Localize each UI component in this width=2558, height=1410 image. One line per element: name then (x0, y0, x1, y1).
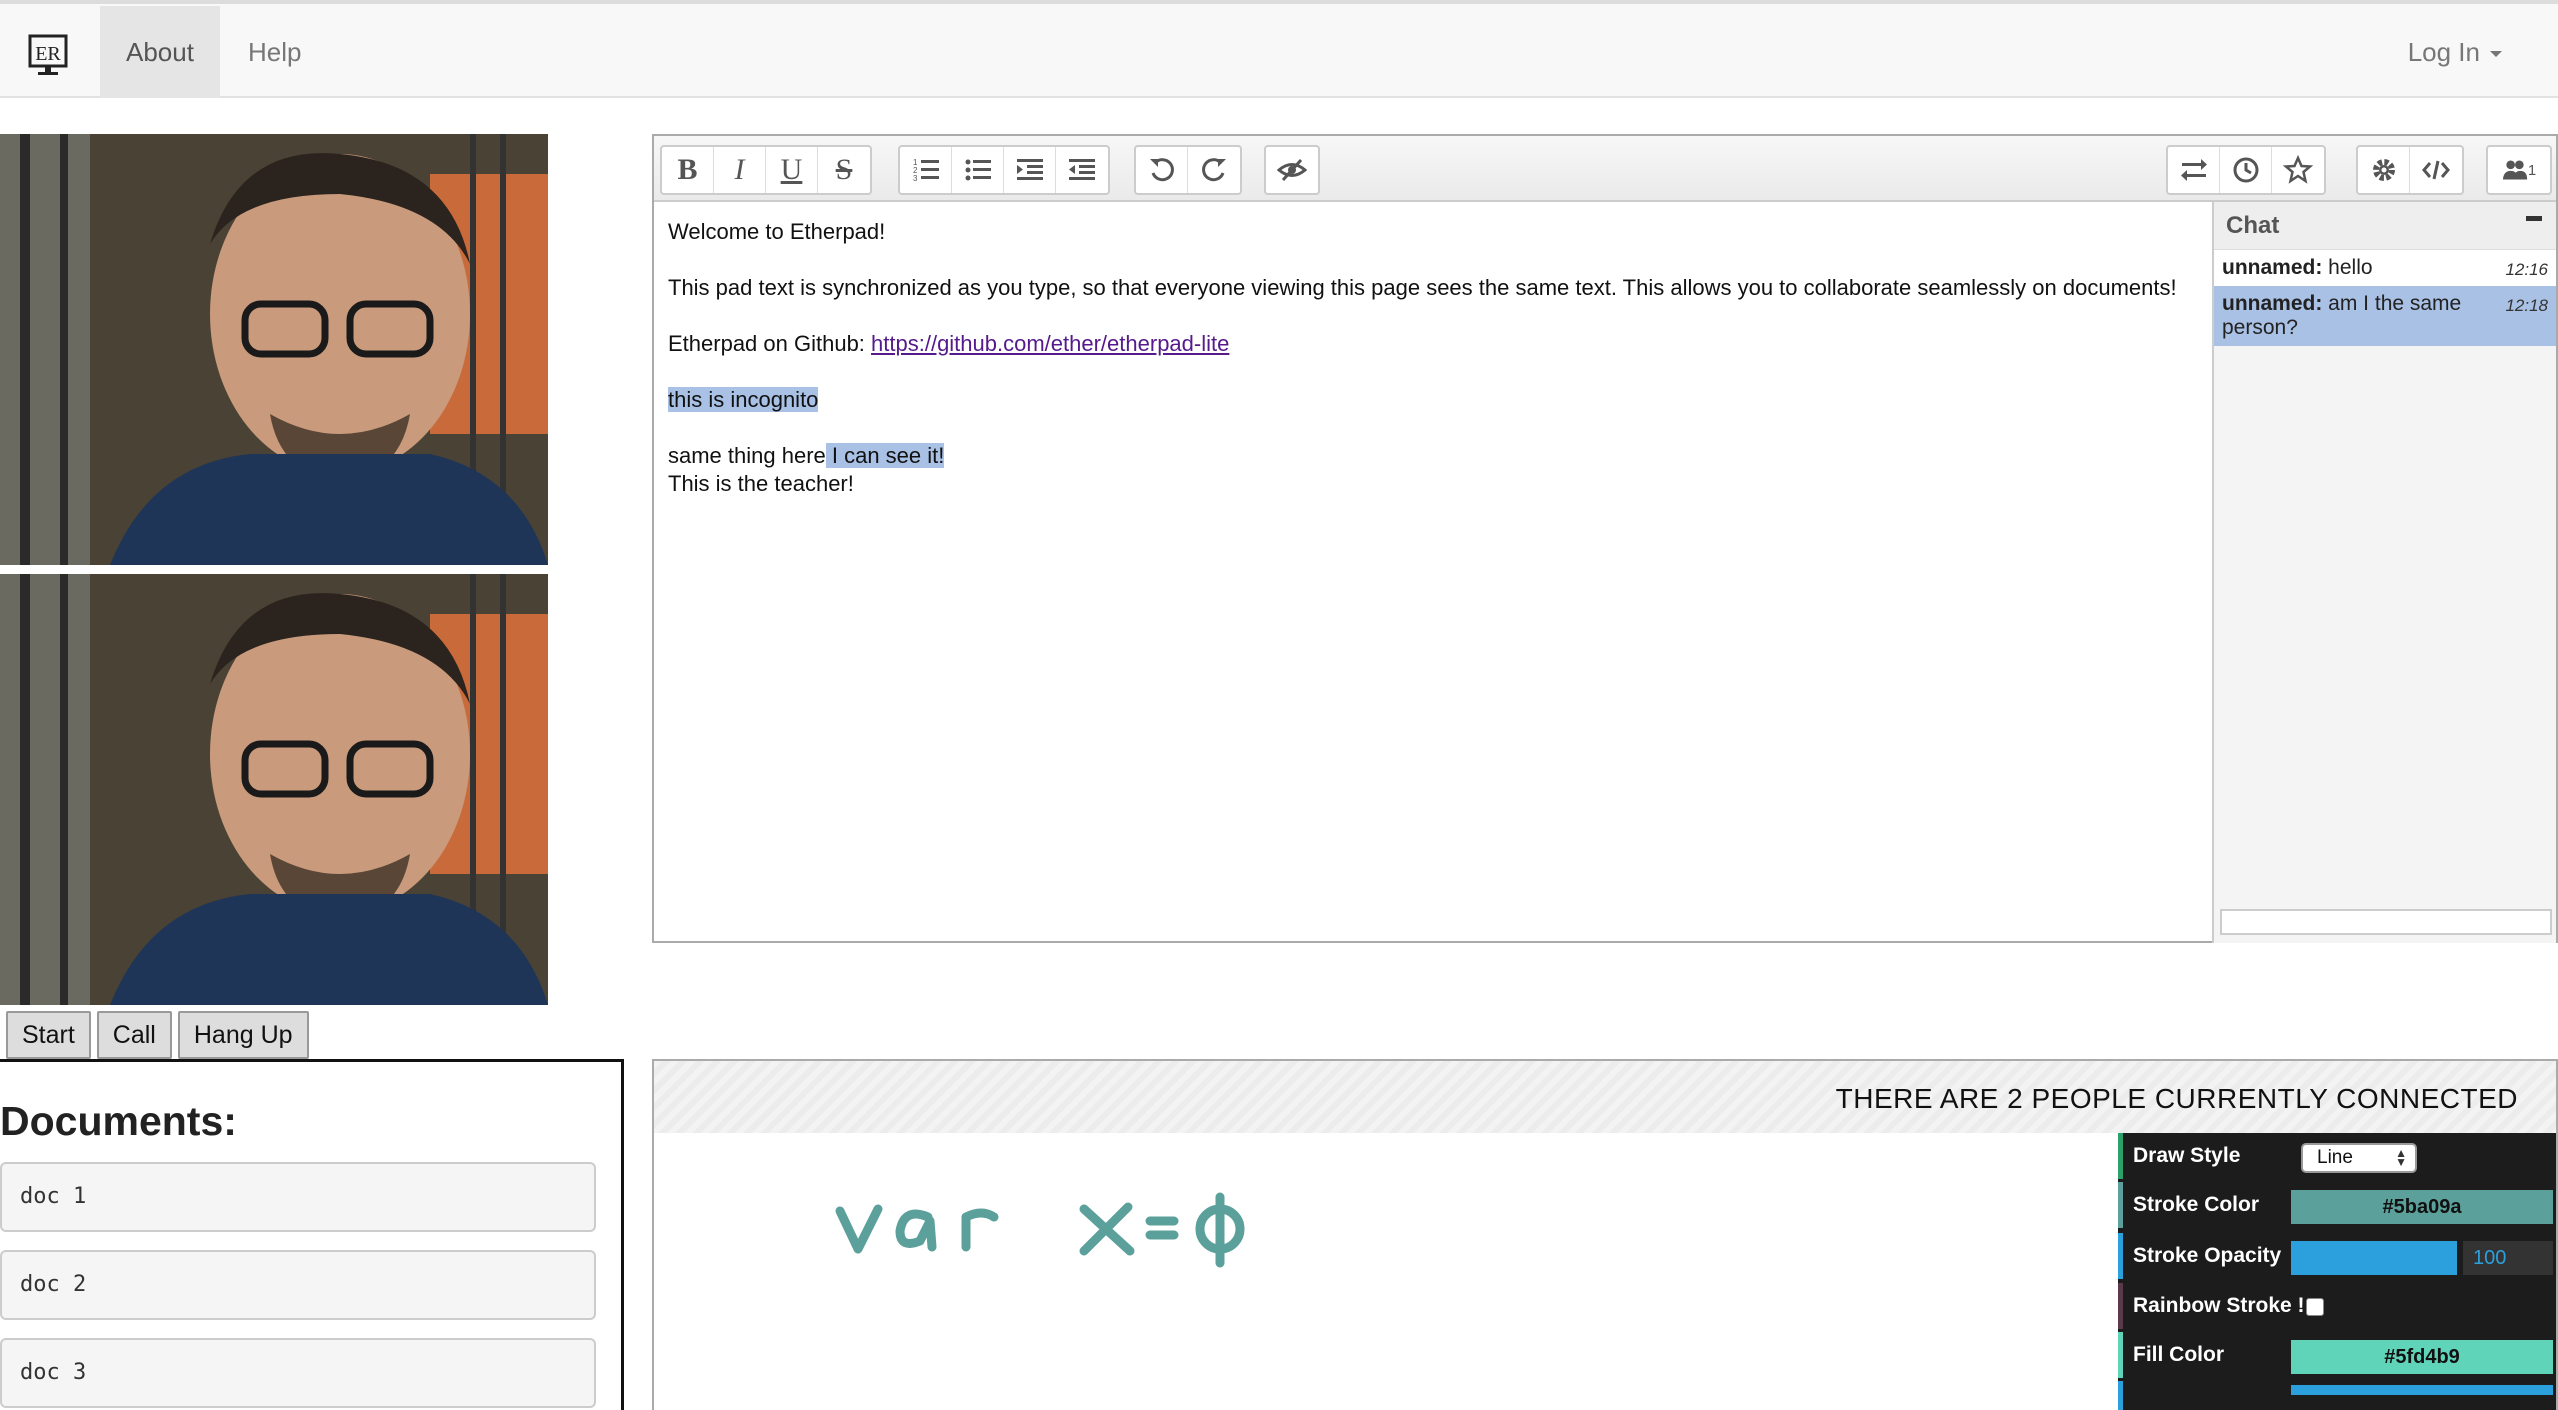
login-dropdown[interactable]: Log In (2408, 6, 2502, 98)
connection-banner: THERE ARE 2 PEOPLE CURRENTLY CONNECTED (654, 1061, 2556, 1133)
settings-group (2356, 145, 2464, 195)
next-setting-swatch[interactable] (2291, 1385, 2553, 1395)
login-label: Log In (2407, 37, 2480, 67)
next-setting-row (2118, 1381, 2556, 1410)
doc-item[interactable]: doc 2 (0, 1250, 596, 1320)
user-count: 1 (2527, 161, 2537, 179)
chat-panel: Chat unnamed: hello 12:16 unnamed: am I t… (2212, 202, 2556, 943)
nav-about[interactable]: About (100, 6, 220, 98)
pad-tools-group (2166, 145, 2326, 195)
drawing-board: THERE ARE 2 PEOPLE CURRENTLY CONNECTED D… (652, 1059, 2558, 1410)
svg-text:3: 3 (913, 174, 918, 183)
chat-title: Chat (2226, 212, 2280, 239)
rainbow-checkbox[interactable] (2306, 1298, 2324, 1316)
select-arrows-icon: ▲ ▼ (2395, 1146, 2407, 1169)
saved-revision-icon[interactable] (2272, 147, 2324, 193)
chat-message: unnamed: am I the same person? 12:18 (2214, 286, 2556, 346)
draw-style-row: Draw Style Line ▲ ▼ (2118, 1133, 2556, 1179)
fill-color-label: Fill Color (2133, 1343, 2224, 1366)
github-link[interactable]: https://github.com/ether/etherpad-lite (871, 331, 1229, 356)
italic-icon[interactable]: I (714, 147, 766, 193)
video-frame-image (0, 134, 548, 565)
video-frame-image (0, 574, 548, 1005)
pad-toolbar: B I U S 123 1 (654, 136, 2556, 202)
start-button[interactable]: Start (6, 1011, 91, 1059)
draw-settings-panel: Draw Style Line ▲ ▼ Stroke Color #5ba09a S… (2118, 1133, 2556, 1410)
chat-text: hello (2322, 256, 2373, 279)
timeslider-icon[interactable] (2220, 147, 2272, 193)
format-group: B I U S (660, 145, 872, 195)
fill-color-row: Fill Color #5fd4b9 (2118, 1332, 2556, 1378)
draw-style-label: Draw Style (2133, 1144, 2241, 1167)
pad-line-sync: This pad text is synchronized as you typ… (668, 275, 2177, 300)
users-icon[interactable]: 1 (2488, 147, 2550, 193)
minimize-icon[interactable] (2526, 216, 2542, 221)
outdent-icon[interactable] (1056, 147, 1108, 193)
drawing-canvas[interactable] (834, 1191, 1314, 1271)
stroke-opacity-input[interactable]: 100 (2463, 1241, 2553, 1275)
nav-help[interactable]: Help (222, 6, 327, 98)
svg-text:ER: ER (35, 43, 61, 65)
bold-icon[interactable]: B (662, 147, 714, 193)
monitor-icon: ER (28, 34, 68, 75)
fill-color-picker[interactable]: #5fd4b9 (2291, 1340, 2553, 1374)
rainbow-row: Rainbow Stroke ! (2118, 1283, 2556, 1329)
doc-item[interactable]: doc 3 (0, 1338, 596, 1408)
list-group: 123 (898, 145, 1110, 195)
stroke-color-label: Stroke Color (2133, 1193, 2260, 1216)
undo-icon[interactable] (1136, 147, 1188, 193)
pad-line-teacher: This is the teacher! (668, 471, 854, 496)
connection-text: THERE ARE 2 PEOPLE CURRENTLY CONNECTED (1835, 1083, 2518, 1114)
same-highlight: I can see it! (825, 443, 945, 468)
chat-header: Chat (2214, 202, 2556, 250)
remote-video (0, 574, 548, 1005)
draw-style-select[interactable]: Line ▲ ▼ (2301, 1143, 2417, 1173)
clear-authorship-icon[interactable] (1266, 147, 1318, 193)
pad-line-incognito: this is incognito (668, 386, 2198, 414)
authorship-group (1264, 145, 1320, 195)
call-controls: Start Call Hang Up (6, 1011, 309, 1059)
pad-content[interactable]: Welcome to Etherpad! This pad text is sy… (668, 218, 2198, 498)
chat-author: unnamed: (2222, 292, 2323, 315)
pad-line-welcome: Welcome to Etherpad! (668, 219, 886, 244)
hang-up-button[interactable]: Hang Up (177, 1011, 309, 1059)
chat-time: 12:18 (2505, 296, 2548, 315)
ordered-list-icon[interactable]: 123 (900, 147, 952, 193)
stroke-color-picker[interactable]: #5ba09a (2291, 1190, 2553, 1224)
stroke-opacity-slider[interactable] (2291, 1241, 2457, 1275)
pad-line-same: same thing here I can see it! (668, 442, 2198, 470)
call-button[interactable]: Call (96, 1011, 172, 1059)
top-navbar: ER About Help Log In (0, 0, 2558, 98)
documents-title: Documents: (0, 1098, 237, 1144)
same-prefix: same thing here (668, 443, 826, 468)
etherpad-editor: B I U S 123 1 Welcome to Etherpad! This … (652, 134, 2558, 943)
strikethrough-icon[interactable]: S (818, 147, 870, 193)
doc-item[interactable]: doc 1 (0, 1162, 596, 1232)
caret-down-icon (2490, 51, 2502, 58)
chat-author: unnamed: (2222, 256, 2323, 279)
users-group: 1 (2486, 145, 2552, 195)
draw-style-value: Line (2317, 1147, 2353, 1168)
stroke-opacity-label: Stroke Opacity (2133, 1244, 2282, 1267)
embed-icon[interactable] (2410, 147, 2462, 193)
redo-icon[interactable] (1188, 147, 1240, 193)
underline-icon[interactable]: U (766, 147, 818, 193)
documents-panel: Documents: doc 1 doc 2 doc 3 (0, 1059, 624, 1410)
chat-message: unnamed: hello 12:16 (2214, 250, 2556, 286)
stroke-color-row: Stroke Color #5ba09a (2118, 1182, 2556, 1228)
github-prefix: Etherpad on Github: (668, 331, 872, 356)
brand-logo[interactable]: ER (28, 34, 68, 78)
import-export-icon[interactable] (2168, 147, 2220, 193)
chat-time: 12:16 (2505, 260, 2548, 279)
history-group (1134, 145, 1242, 195)
rainbow-label: Rainbow Stroke ! (2133, 1294, 2305, 1317)
unordered-list-icon[interactable] (952, 147, 1004, 193)
indent-icon[interactable] (1004, 147, 1056, 193)
stroke-opacity-row: Stroke Opacity 100 (2118, 1233, 2556, 1279)
incognito-text: this is incognito (668, 387, 819, 412)
settings-icon[interactable] (2358, 147, 2410, 193)
local-video (0, 134, 548, 565)
chat-input[interactable] (2220, 909, 2552, 935)
pad-line-github: Etherpad on Github: https://github.com/e… (668, 330, 2198, 358)
